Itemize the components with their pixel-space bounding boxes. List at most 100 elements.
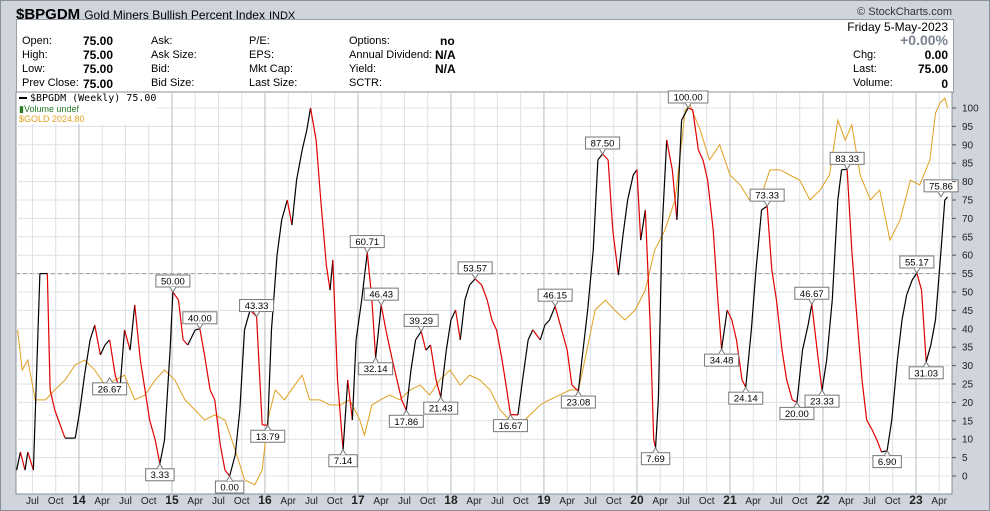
x-tick-label: Oct	[327, 496, 343, 507]
annotation-label: 53.57	[463, 263, 487, 274]
legend-main: $BPGDM (Weekly) 75.00	[19, 94, 156, 104]
x-tick-label: Apr	[373, 496, 389, 507]
annotation-label: 21.43	[429, 404, 453, 415]
legend-gold: $GOLD 2024.80	[19, 114, 85, 124]
annotation-label: 0.00	[220, 483, 239, 494]
y-tick-label: 85	[962, 159, 974, 170]
x-tick-label: Apr	[745, 496, 761, 507]
annotation-label: 75.86	[929, 181, 953, 192]
annotation-label: 39.29	[409, 316, 433, 327]
annotation-label: 17.86	[394, 417, 418, 428]
x-tick-label: 20	[630, 493, 644, 507]
y-tick-label: 5	[962, 453, 968, 464]
x-tick-label: Jul	[119, 496, 132, 507]
legend-volume: ▮Volume undef	[19, 104, 156, 114]
legend: $BPGDM (Weekly) 75.00 ▮Volume undef $GOL…	[19, 94, 157, 124]
annotation-label: 23.33	[810, 397, 834, 408]
annotation-label: 3.33	[151, 470, 170, 481]
y-tick-label: 80	[962, 177, 974, 188]
annotation-label: 60.71	[355, 237, 379, 248]
annotation-label: 73.33	[755, 191, 779, 202]
annotation-label: 7.14	[334, 456, 353, 467]
annotation-label: 46.15	[543, 291, 567, 302]
y-tick-label: 45	[962, 306, 974, 317]
annotation-label: 46.43	[369, 290, 393, 301]
x-tick-label: Oct	[141, 496, 157, 507]
legend-line-icon	[19, 97, 27, 99]
y-tick-label: 15	[962, 416, 974, 427]
annotation-label: 55.17	[905, 257, 929, 268]
x-tick-label: Apr	[280, 496, 296, 507]
x-tick-label: 21	[723, 493, 737, 507]
x-tick-label: Oct	[420, 496, 436, 507]
legend-main-label: $BPGDM (Weekly) 75.00	[30, 93, 157, 104]
y-tick-label: 75	[962, 196, 974, 207]
y-tick-label: 35	[962, 343, 974, 354]
x-tick-label: Oct	[234, 496, 250, 507]
y-tick-label: 30	[962, 361, 974, 372]
y-tick-label: 70	[962, 214, 974, 225]
x-tick-label: Jul	[305, 496, 318, 507]
y-tick-label: 60	[962, 251, 974, 262]
y-tick-label: 65	[962, 232, 974, 243]
x-tick-label: Oct	[792, 496, 808, 507]
annotation-label: 7.69	[646, 454, 665, 465]
x-tick-label: Jul	[677, 496, 690, 507]
x-tick-label: Apr	[838, 496, 854, 507]
annotation-label: 43.33	[245, 301, 269, 312]
annotation-label: 32.14	[364, 364, 388, 375]
x-tick-label: Apr	[466, 496, 482, 507]
annotation-label: 24.14	[734, 394, 758, 405]
x-tick-label: Jul	[584, 496, 597, 507]
legend-volume-label: Volume undef	[23, 104, 79, 114]
y-tick-label: 20	[962, 398, 974, 409]
annotation-label: 50.00	[161, 277, 185, 288]
annotation-label: 23.08	[566, 398, 590, 409]
x-tick-label: 14	[72, 493, 86, 507]
annotation-label: 46.67	[800, 289, 824, 300]
annotation-label: 6.90	[878, 457, 897, 468]
y-tick-label: 10	[962, 435, 974, 446]
annotation-label: 20.00	[785, 409, 809, 420]
annotation-label: 26.67	[98, 384, 122, 395]
y-tick-label: 55	[962, 269, 974, 280]
x-tick-label: Jul	[491, 496, 504, 507]
x-tick-label: 18	[444, 493, 458, 507]
annotation-label: 100.00	[674, 93, 703, 104]
y-tick-label: 25	[962, 380, 974, 391]
annotation-label: 34.48	[710, 356, 734, 367]
x-tick-label: Oct	[48, 496, 64, 507]
x-tick-label: Jul	[770, 496, 783, 507]
annotation-label: 87.50	[591, 139, 615, 150]
x-tick-label: Apr	[94, 496, 110, 507]
y-tick-label: 95	[962, 122, 974, 133]
x-tick-label: Oct	[606, 496, 622, 507]
x-tick-label: Jul	[212, 496, 225, 507]
y-tick-label: 100	[962, 104, 979, 115]
x-tick-label: Apr	[931, 496, 947, 507]
x-tick-label: 19	[537, 493, 551, 507]
x-tick-label: 22	[816, 493, 830, 507]
x-tick-label: Oct	[885, 496, 901, 507]
annotation-label: 16.67	[499, 421, 523, 432]
x-tick-label: 16	[258, 493, 272, 507]
annotation-label: 40.00	[188, 313, 212, 324]
annotation-label: 13.79	[256, 432, 280, 443]
x-tick-label: Jul	[26, 496, 39, 507]
x-tick-label: Oct	[699, 496, 715, 507]
y-tick-label: 0	[962, 472, 968, 483]
annotation-label: 83.33	[835, 154, 859, 165]
x-tick-label: Jul	[398, 496, 411, 507]
x-tick-label: Apr	[559, 496, 575, 507]
x-tick-label: Oct	[513, 496, 529, 507]
x-tick-label: Apr	[652, 496, 668, 507]
annotation-label: 31.03	[914, 368, 938, 379]
y-tick-label: 40	[962, 324, 974, 335]
price-chart: 26.67 3.33 50.00 40.00 0.00 43.33 13.79 7.14 60.…	[15, 90, 979, 507]
y-tick-label: 50	[962, 288, 974, 299]
y-tick-label: 90	[962, 140, 974, 151]
x-tick-label: Apr	[187, 496, 203, 507]
x-tick-label: 15	[165, 493, 179, 507]
x-tick-label: 17	[351, 493, 365, 507]
x-tick-label: Jul	[863, 496, 876, 507]
